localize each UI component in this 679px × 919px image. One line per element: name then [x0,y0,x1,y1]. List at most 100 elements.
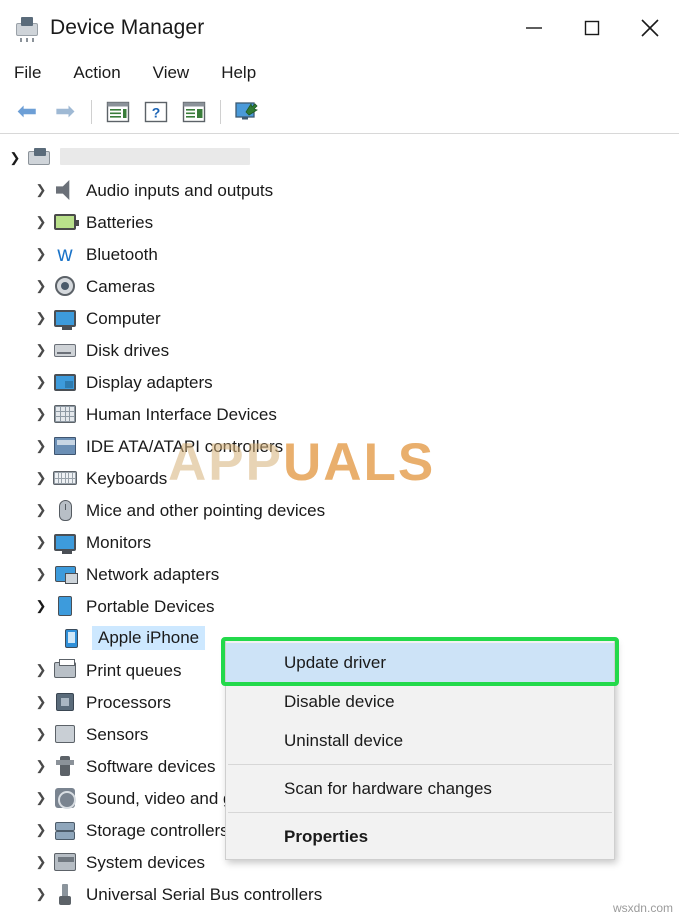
tree-item-label: Keyboards [86,468,168,488]
tree-item-keyboards[interactable]: ❯ Keyboards [0,462,679,494]
chevron-right-icon[interactable]: ❯ [30,694,52,710]
selected-item-highlight: Apple iPhone [92,626,206,650]
menu-item-help[interactable]: Help [219,60,270,87]
tree-item-portable-devices[interactable]: ❯ Portable Devices [0,590,679,622]
toolbar: ⬅ ➡ ? [0,90,679,134]
maximize-button[interactable] [563,0,621,56]
chevron-right-icon[interactable]: ❯ [30,406,52,422]
tree-item-label: Computer [86,308,161,328]
chevron-down-icon[interactable]: ❯ [4,150,26,166]
tree-item-label: Disk drives [86,340,170,360]
tree-item-label: Monitors [86,532,152,552]
update-driver-button[interactable] [228,95,266,129]
context-menu-item-uninstall-device[interactable]: Uninstall device [226,721,614,760]
properties-icon [106,101,130,122]
context-menu: Update driver Disable device Uninstall d… [225,640,615,860]
tree-item-label: Portable Devices [86,596,215,616]
chevron-right-icon[interactable]: ❯ [30,182,52,198]
tree-item-ide-ata-atapi-controllers[interactable]: ❯ IDE ATA/ATAPI controllers [0,430,679,462]
usb-controller-icon [52,882,78,906]
tree-item-disk-drives[interactable]: ❯ Disk drives [0,334,679,366]
tree-item-label: Human Interface Devices [86,404,277,424]
tree-item-audio-inputs-and-outputs[interactable]: ❯ Audio inputs and outputs [0,174,679,206]
tree-item-display-adapters[interactable]: ❯ Display adapters [0,366,679,398]
tree-item-network-adapters[interactable]: ❯ Network adapters [0,558,679,590]
tree-item-label: Sensors [86,724,149,744]
svg-text:?: ? [152,104,161,120]
tree-item-monitors[interactable]: ❯ Monitors [0,526,679,558]
context-menu-separator-1 [228,764,612,765]
monitor-icon [52,530,78,554]
portable-device-icon [52,594,78,618]
chevron-right-icon[interactable]: ❯ [30,214,52,230]
chevron-right-icon[interactable]: ❯ [30,854,52,870]
tree-root-row[interactable]: ❯ [0,142,679,174]
context-menu-item-scan-for-hardware-changes[interactable]: Scan for hardware changes [226,769,614,808]
printer-icon [52,658,78,682]
chevron-right-icon[interactable]: ❯ [30,310,52,326]
chevron-right-icon[interactable]: ❯ [30,278,52,294]
bluetooth-icon: w [57,242,73,266]
menu-item-action[interactable]: Action [71,60,134,87]
chevron-right-icon[interactable]: ❯ [30,790,52,806]
properties-button[interactable] [99,95,137,129]
keyboard-icon [52,466,78,490]
credit-text: wsxdn.com [612,901,673,915]
chevron-right-icon[interactable]: ❯ [30,470,52,486]
chevron-right-icon[interactable]: ❯ [30,502,52,518]
storage-controller-icon [52,818,78,842]
sound-icon [52,786,78,810]
tree-item-label: Network adapters [86,564,220,584]
tree-item-computer[interactable]: ❯ Computer [0,302,679,334]
menu-item-view[interactable]: View [151,60,204,87]
chevron-right-icon[interactable]: ❯ [30,438,52,454]
tree-item-label: Apple iPhone [98,628,200,647]
context-menu-item-properties[interactable]: Properties [226,817,614,856]
chevron-right-icon[interactable]: ❯ [30,342,52,358]
tree-item-label: Audio inputs and outputs [86,180,274,200]
tree-item-human-interface-devices[interactable]: ❯ Human Interface Devices [0,398,679,430]
chevron-right-icon[interactable]: ❯ [30,758,52,774]
computer-icon [52,306,78,330]
toolbar-separator-1 [91,99,92,124]
tree-item-label: Processors [86,692,172,712]
help-icon: ? [144,101,168,122]
context-menu-item-update-driver[interactable]: Update driver [226,643,614,682]
redacted-computer-name [60,148,250,165]
tree-item-label: Software devices [86,756,216,776]
help-button[interactable]: ? [137,95,175,129]
update-driver-icon [235,101,258,119]
close-icon[interactable] [621,0,679,56]
window-title: Device Manager [50,16,205,39]
tree-item-mice-and-other-pointing-devices[interactable]: ❯ Mice and other pointing devices [0,494,679,526]
chevron-right-icon[interactable]: ❯ [30,246,52,262]
scan-hardware-button[interactable] [175,95,213,129]
chevron-down-icon[interactable]: ❯ [30,598,52,614]
tree-item-universal-serial-bus-controllers[interactable]: ❯ Universal Serial Bus controllers [0,878,679,910]
title-bar: Device Manager [0,0,679,56]
tree-item-label: System devices [86,852,206,872]
tree-item-label: Mice and other pointing devices [86,500,326,520]
forward-button[interactable]: ➡ [46,95,84,129]
chevron-right-icon[interactable]: ❯ [30,886,52,902]
speaker-icon [52,178,78,202]
chevron-right-icon[interactable]: ❯ [30,822,52,838]
chevron-right-icon[interactable]: ❯ [30,374,52,390]
chevron-right-icon[interactable]: ❯ [30,726,52,742]
processor-icon [52,690,78,714]
context-menu-item-disable-device[interactable]: Disable device [226,682,614,721]
minimize-button[interactable] [505,0,563,56]
forward-arrow-icon: ➡ [54,97,76,125]
tree-item-batteries[interactable]: ❯ Batteries [0,206,679,238]
tree-item-bluetooth[interactable]: ❯ w Bluetooth [0,238,679,270]
chevron-right-icon[interactable]: ❯ [30,566,52,582]
tree-item-cameras[interactable]: ❯ Cameras [0,270,679,302]
menu-item-file[interactable]: File [12,60,55,87]
chevron-right-icon[interactable]: ❯ [30,662,52,678]
chevron-right-icon[interactable]: ❯ [30,534,52,550]
tree-item-label: IDE ATA/ATAPI controllers [86,436,284,456]
computer-root-icon [26,146,52,170]
back-arrow-icon: ⬅ [16,97,38,125]
back-button[interactable]: ⬅ [8,95,46,129]
tree-item-label: Universal Serial Bus controllers [86,884,323,904]
